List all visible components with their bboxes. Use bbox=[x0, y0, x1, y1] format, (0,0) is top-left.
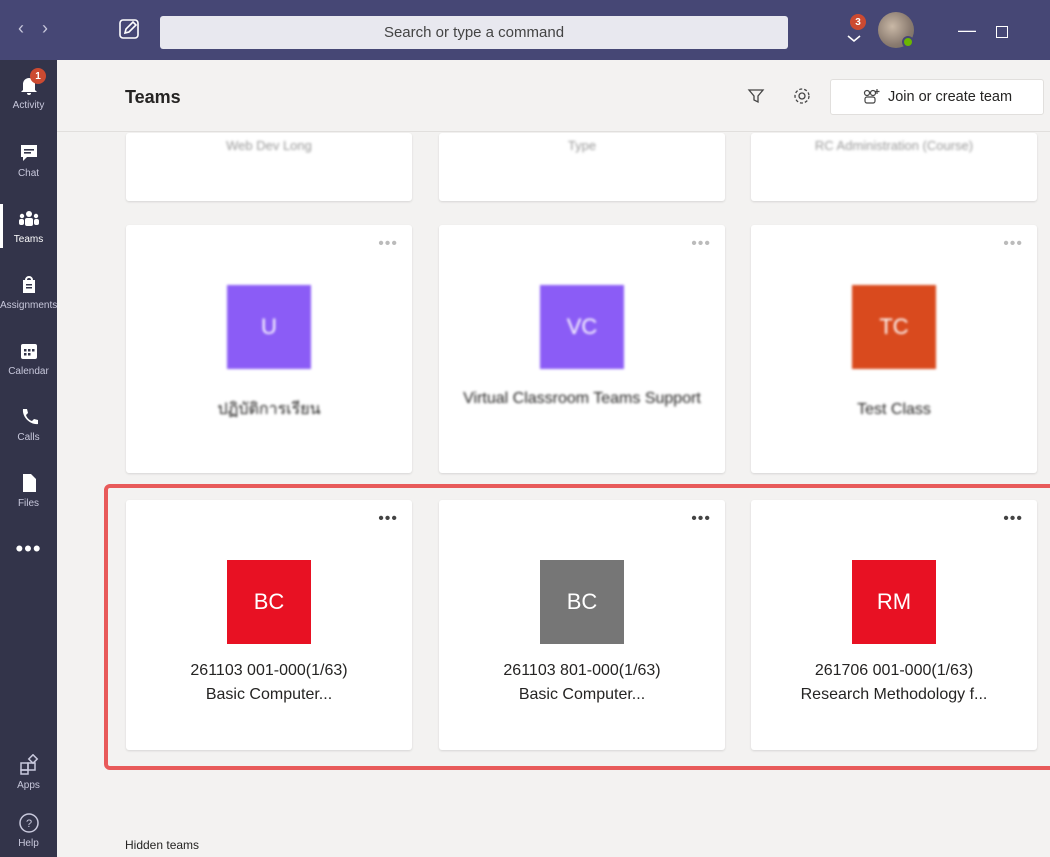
team-card[interactable]: ••• RM 261706 001-000(1/63) Research Met… bbox=[751, 500, 1037, 750]
more-options-icon[interactable]: ••• bbox=[691, 511, 711, 527]
team-code: 261706 001-000(1/63) bbox=[814, 662, 974, 679]
join-button-label: Join or create team bbox=[887, 89, 1013, 105]
team-card[interactable]: Web Dev Long bbox=[126, 133, 412, 201]
rail-item-teams[interactable]: Teams bbox=[0, 196, 57, 256]
search-input[interactable]: Search or type a command bbox=[160, 16, 788, 49]
rail-item-assignments[interactable]: Assignments bbox=[0, 262, 57, 322]
team-name: Type bbox=[567, 138, 597, 153]
more-options-icon[interactable]: ••• bbox=[1003, 236, 1023, 252]
team-name: Virtual Classroom Teams Support bbox=[463, 390, 701, 407]
join-or-create-team-button[interactable]: Join or create team bbox=[830, 79, 1044, 115]
team-avatar-tile: TC bbox=[852, 285, 936, 369]
rail-label: Calls bbox=[17, 432, 40, 443]
file-icon bbox=[22, 474, 36, 492]
more-options-icon[interactable]: ••• bbox=[378, 236, 398, 252]
notification-badge: 3 bbox=[850, 14, 866, 30]
rail-item-calendar[interactable]: Calendar bbox=[0, 328, 57, 388]
compose-icon[interactable] bbox=[118, 18, 140, 40]
page-title: Teams bbox=[125, 87, 181, 107]
minimize-icon[interactable]: — bbox=[958, 20, 976, 41]
rail-label: Teams bbox=[13, 234, 44, 245]
presence-indicator bbox=[902, 36, 914, 48]
teams-icon bbox=[18, 211, 39, 226]
rail-label: Calendar bbox=[8, 366, 49, 377]
filter-icon[interactable] bbox=[747, 87, 765, 105]
back-arrow-icon[interactable]: ‹ bbox=[18, 18, 24, 39]
rail-label: Assignments bbox=[0, 300, 58, 311]
team-name: Basic Computer... bbox=[205, 686, 333, 703]
add-team-icon bbox=[863, 89, 880, 104]
hidden-teams-section[interactable]: Hidden teams bbox=[125, 838, 199, 852]
activity-badge: 1 bbox=[30, 68, 46, 84]
rail-item-files[interactable]: Files bbox=[0, 460, 57, 520]
assignments-icon bbox=[22, 276, 35, 293]
team-name: Basic Computer... bbox=[518, 686, 646, 703]
phone-icon bbox=[22, 409, 38, 425]
svg-text:?: ? bbox=[25, 818, 31, 830]
apps-icon bbox=[19, 754, 38, 775]
more-options-icon[interactable]: ••• bbox=[691, 236, 711, 252]
teams-header: Teams Join or create team bbox=[57, 60, 1050, 132]
team-card[interactable]: ••• BC 261103 801-000(1/63) Basic Comput… bbox=[439, 500, 725, 750]
rail-label: Help bbox=[18, 838, 39, 849]
rail-item-chat[interactable]: Chat bbox=[0, 130, 57, 190]
team-avatar-tile: RM bbox=[852, 560, 936, 644]
team-avatar-tile: BC bbox=[540, 560, 624, 644]
gear-icon[interactable] bbox=[792, 86, 812, 106]
app-rail: Activity 1 Chat Teams Assignments Calend… bbox=[0, 60, 57, 857]
rail-label: Activity bbox=[12, 100, 45, 111]
team-name: Research Methodology f... bbox=[800, 686, 988, 703]
team-card[interactable]: ••• TC Test Class bbox=[751, 225, 1037, 473]
team-avatar-tile: U bbox=[227, 285, 311, 369]
rail-item-calls[interactable]: Calls bbox=[0, 394, 57, 454]
team-card[interactable]: ••• BC 261103 001-000(1/63) Basic Comput… bbox=[126, 500, 412, 750]
team-code: 261103 801-000(1/63) bbox=[503, 662, 661, 679]
team-avatar-tile: BC bbox=[227, 560, 311, 644]
team-name: Test Class bbox=[857, 401, 931, 418]
rail-label: Files bbox=[17, 498, 40, 509]
more-options-icon[interactable]: ••• bbox=[1003, 511, 1023, 527]
maximize-icon[interactable] bbox=[996, 26, 1008, 38]
calendar-icon bbox=[20, 344, 37, 359]
help-icon: ? bbox=[18, 813, 39, 833]
chat-icon bbox=[20, 145, 37, 161]
more-apps-icon[interactable]: ••• bbox=[0, 536, 57, 562]
team-name: Web Dev Long bbox=[226, 138, 312, 153]
rail-item-activity[interactable]: Activity 1 bbox=[0, 62, 57, 122]
team-card[interactable]: RC Administration (Course) bbox=[751, 133, 1037, 201]
team-code: 261103 001-000(1/63) bbox=[190, 662, 348, 679]
team-card[interactable]: ••• U ปฏิบัติการเรียน bbox=[126, 225, 412, 473]
team-name: RC Administration (Course) bbox=[814, 138, 974, 153]
title-bar: ‹ › Search or type a command 3 — bbox=[0, 0, 1050, 60]
rail-item-apps[interactable]: Apps bbox=[0, 742, 57, 802]
team-card[interactable]: Type bbox=[439, 133, 725, 201]
team-name: ปฏิบัติการเรียน bbox=[217, 401, 321, 418]
team-card[interactable]: ••• VC Virtual Classroom Teams Support bbox=[439, 225, 725, 473]
forward-arrow-icon[interactable]: › bbox=[42, 18, 48, 39]
rail-label: Apps bbox=[17, 780, 40, 791]
more-options-icon[interactable]: ••• bbox=[378, 511, 398, 527]
rail-item-help[interactable]: ? Help bbox=[0, 800, 57, 857]
team-avatar-tile: VC bbox=[540, 285, 624, 369]
rail-label: Chat bbox=[17, 168, 40, 179]
history-nav: ‹ › bbox=[18, 18, 48, 39]
